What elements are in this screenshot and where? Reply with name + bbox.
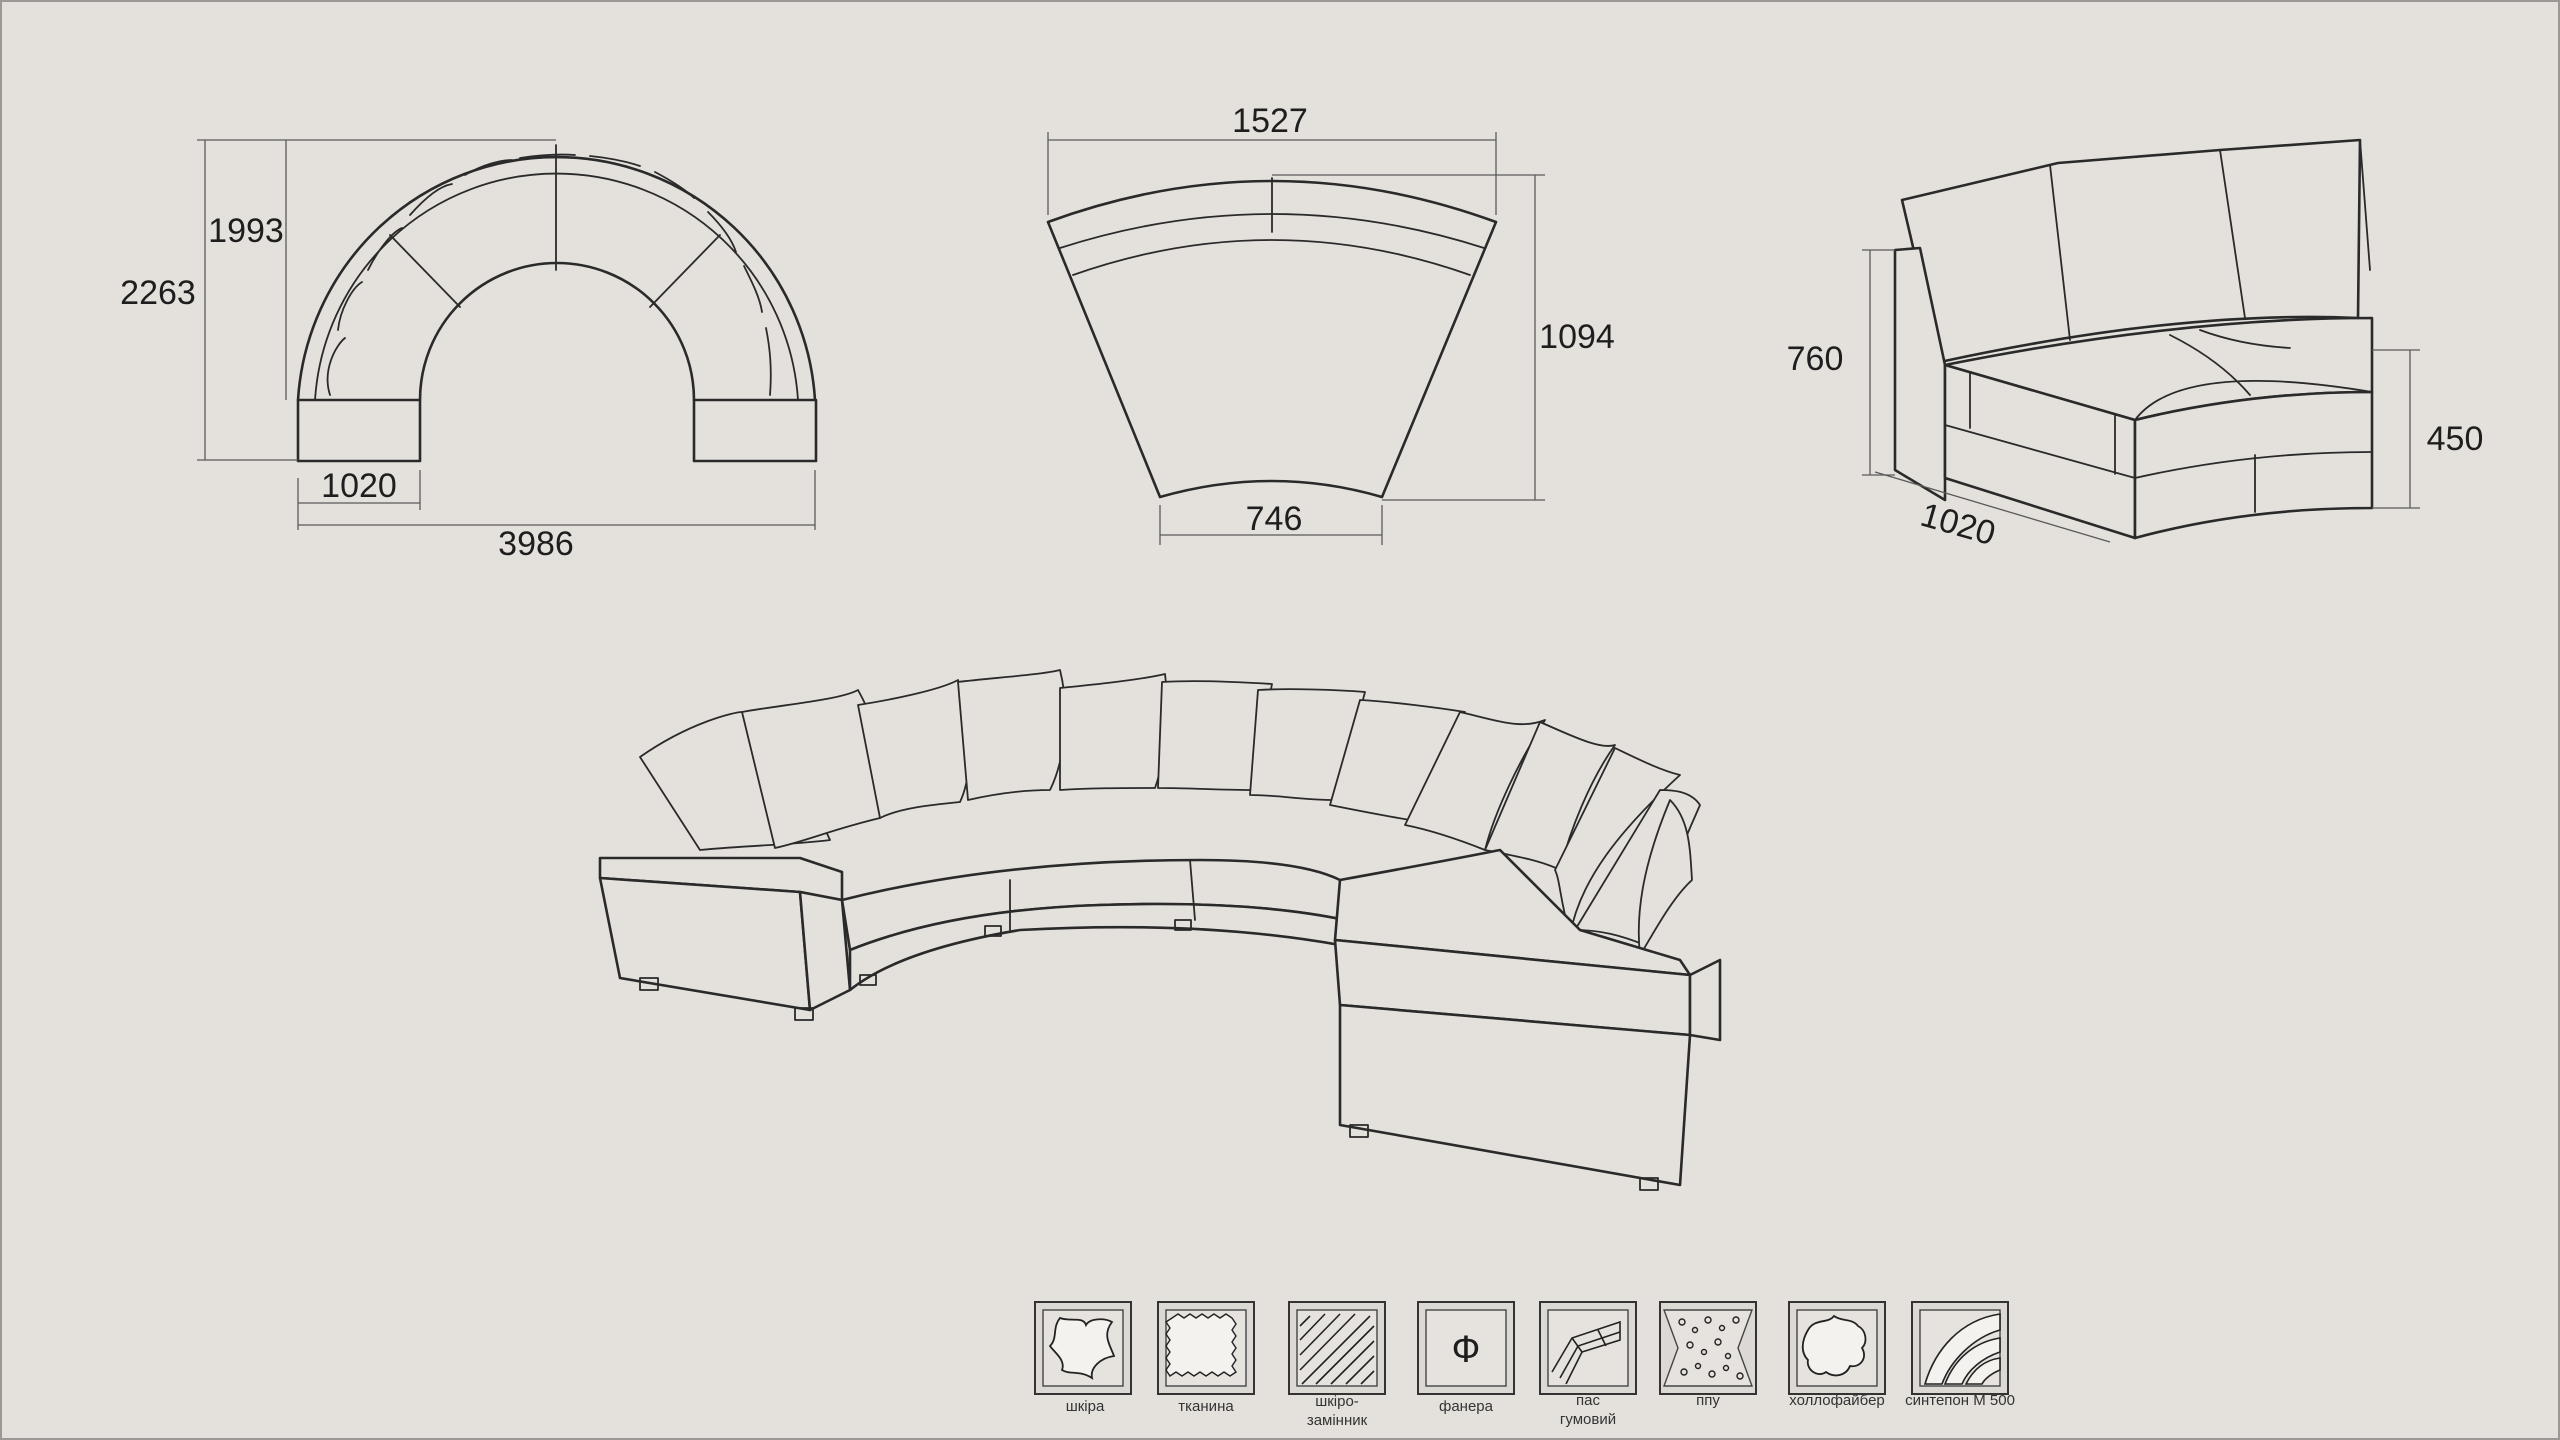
wedge-depth-label: 1094 [1539, 318, 1615, 356]
plan-height-total-label: 2263 [120, 274, 196, 312]
material-label: шкіро- [1315, 1393, 1359, 1410]
material-label: фанера [1439, 1398, 1494, 1415]
module-height-label: 760 [1787, 340, 1844, 378]
plan-height-inner-label: 1993 [208, 212, 284, 250]
material-label: пас [1576, 1392, 1600, 1409]
material-label: ппу [1696, 1392, 1720, 1409]
material-label: шкіра [1066, 1398, 1105, 1415]
drawing-sheet: 1993 2263 1020 3986 1527 1094 746 760 45… [0, 0, 2560, 1440]
wedge-bottom-width-label: 746 [1246, 500, 1303, 538]
module-seat-height-label: 450 [2427, 420, 2484, 458]
material-label: холлофайбер [1789, 1392, 1885, 1409]
material-sintepon: синтепон М 500 [1905, 1301, 2015, 1409]
material-label-line2: замінник [1307, 1412, 1368, 1429]
material-label: тканина [1178, 1398, 1234, 1415]
module-perspective-drawing [1862, 138, 2420, 543]
plan-total-width-label: 3986 [498, 525, 574, 563]
plywood-icon: Ф [1452, 1329, 1481, 1371]
wedge-top-width-label: 1527 [1232, 102, 1308, 140]
material-label-line2: гумовий [1560, 1411, 1616, 1428]
material-foam: ппу [1659, 1301, 1757, 1409]
material-hollofiber: холлофайбер [1788, 1301, 1886, 1409]
plan-module-width-label: 1020 [321, 467, 397, 505]
fabric-icon [1165, 1313, 1237, 1377]
material-label: синтепон М 500 [1905, 1392, 2015, 1409]
hollofiber-icon [1801, 1314, 1867, 1377]
